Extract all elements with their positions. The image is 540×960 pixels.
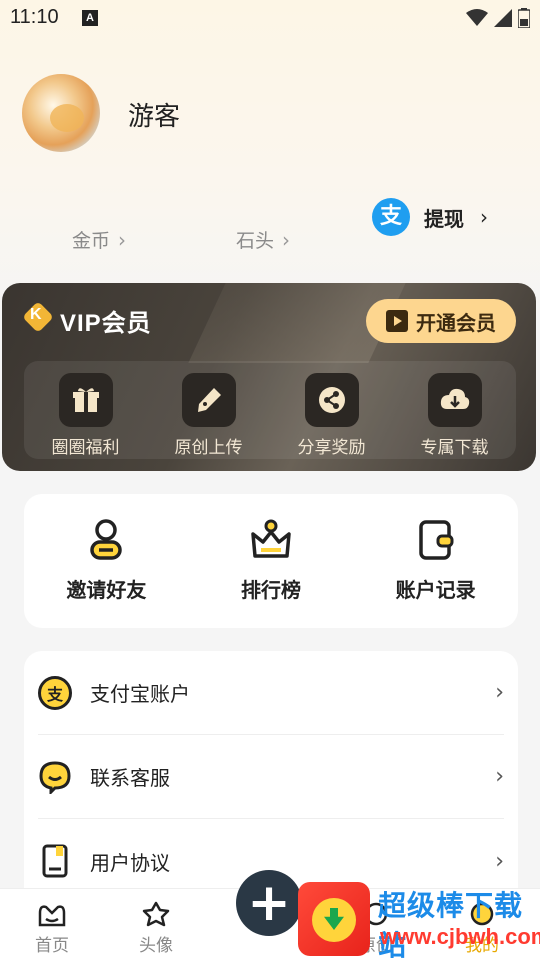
create-fab-button[interactable]: + [236,870,302,936]
stat-coins-label: 金币 [72,230,111,252]
open-vip-button[interactable]: 开通会员 [366,299,516,343]
vip-benefit-label: 分享奖励 [297,438,366,458]
agreement-icon [38,844,72,878]
nav-label: 首页 [35,936,69,956]
gift-icon [58,373,113,427]
vip-benefit-label: 专属下载 [420,438,489,458]
vip-benefit-share[interactable]: 分享奖励 [270,361,393,459]
wifi-icon [466,9,488,26]
vip-logo-letter: K [30,306,42,323]
signal-icon [494,9,512,27]
chevron-right-icon: › [495,680,504,705]
ranking-icon [251,519,291,558]
customer-service-icon [38,760,72,794]
stat-stones-label: 石头 [236,230,275,252]
withdraw-label: 提现 [424,206,464,231]
watermark-logo-icon [298,882,370,956]
status-indicators [466,8,530,28]
vip-benefit-label: 原创上传 [174,438,243,458]
menu-label: 联系客服 [90,766,170,790]
vip-benefit-download[interactable]: 专属下载 [393,361,516,459]
chevron-right-icon: › [495,848,504,874]
avatar[interactable] [22,74,100,152]
nav-label: 头像 [139,936,173,956]
share-icon [304,373,359,427]
menu-label: 支付宝账户 [90,682,190,706]
alipay-icon: 支 [372,198,410,236]
status-a-icon: A [82,10,98,26]
quick-action-label: 邀请好友 [66,578,147,602]
invite-friends-button[interactable]: 邀请好友 [24,494,189,628]
account-records-button[interactable]: 账户记录 [353,494,518,628]
invite-icon [90,519,123,560]
quick-action-label: 账户记录 [395,578,476,602]
quick-actions-card: 邀请好友 排行榜 账户记录 [24,494,518,628]
chevron-right-icon: › [480,205,488,229]
wallet-icon [418,520,454,560]
nav-avatar[interactable]: 头像 [126,901,186,956]
avatar-nav-icon [142,901,170,927]
stat-stones[interactable]: 石头 › [236,226,290,253]
nav-home[interactable]: 首页 [22,901,82,956]
vip-play-icon [386,310,408,332]
vip-benefits: 圈圈福利 原创上传 分享奖励 专属下载 [24,361,516,459]
home-icon [38,905,66,927]
menu-customer-service[interactable]: 联系客服 › [38,735,504,819]
pen-icon [181,373,236,427]
chevron-right-icon: › [282,227,291,252]
chevron-right-icon: › [118,227,127,252]
menu-alipay-account[interactable]: 支 支付宝账户 › [38,651,504,735]
vip-benefit-label: 圈圈福利 [51,438,120,458]
chevron-right-icon: › [495,764,504,789]
status-time: 11:10 [10,6,59,28]
alipay-icon-char: 支 [46,684,63,704]
ranking-button[interactable]: 排行榜 [189,494,354,628]
download-icon [427,373,482,427]
open-vip-label: 开通会员 [416,310,496,335]
menu-label: 用户协议 [90,850,170,875]
battery-icon [518,8,530,28]
withdraw-button[interactable]: 支 提现 › [372,198,488,236]
vip-title: VIP会员 [60,310,152,337]
vip-benefit-gift[interactable]: 圈圈福利 [24,361,147,459]
watermark-url: www.cjbwh.com [380,924,540,949]
alipay-icon: 支 [38,675,72,710]
watermark: 超级棒下载站 www.cjbwh.com [298,880,540,960]
username[interactable]: 游客 [128,96,180,133]
vip-benefit-upload[interactable]: 原创上传 [147,361,270,459]
quick-action-label: 排行榜 [241,578,301,602]
stat-coins[interactable]: 金币 › [72,226,126,253]
status-bar: 11:10 A [0,0,540,36]
